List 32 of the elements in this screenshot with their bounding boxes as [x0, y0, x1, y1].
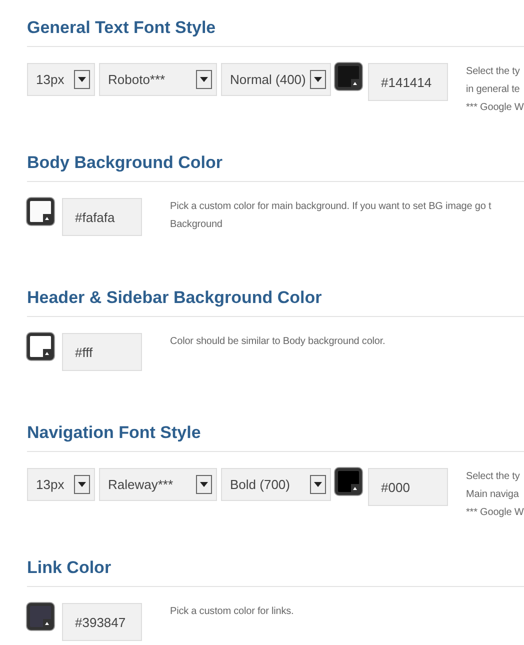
section-heading: General Text Font Style [27, 17, 217, 39]
color-input[interactable]: #000 [368, 468, 448, 506]
section-heading: Navigation Font Style [27, 422, 202, 444]
caret-icon [74, 475, 90, 494]
caret-icon [310, 475, 326, 494]
font-size-select[interactable]: 13px [27, 468, 95, 501]
color-swatch[interactable] [27, 333, 54, 360]
help-text: Select the ty Main naviga *** Google W [466, 470, 524, 520]
font-family-select[interactable]: Roboto*** [99, 63, 217, 96]
section-heading: Body Background Color [27, 152, 224, 174]
color-swatch[interactable] [335, 63, 362, 90]
color-swatch[interactable] [27, 198, 54, 225]
help-text: Pick a custom color for links. [170, 605, 294, 619]
help-text: Select the ty in general te *** Google W [466, 65, 524, 115]
caret-icon [196, 70, 212, 89]
font-weight-select[interactable]: Bold (700) [221, 468, 331, 501]
caret-icon [196, 475, 212, 494]
color-input[interactable]: #fafafa [62, 198, 142, 236]
font-weight-select[interactable]: Normal (400) [221, 63, 331, 96]
font-size-select[interactable]: 13px [27, 63, 95, 96]
section-heading: Header & Sidebar Background Color [27, 287, 323, 309]
help-text: Color should be similar to Body background color. [170, 335, 386, 349]
color-input[interactable]: #141414 [368, 63, 448, 101]
font-family-select[interactable]: Raleway*** [99, 468, 217, 501]
section-heading: Link Color [27, 557, 112, 579]
help-text: Pick a custom color for main background. If you want to set BG image go t Background [170, 200, 492, 232]
color-input[interactable]: #393847 [62, 603, 142, 641]
color-swatch[interactable] [27, 603, 54, 630]
color-input[interactable]: #fff [62, 333, 142, 371]
color-swatch[interactable] [335, 468, 362, 495]
caret-icon [74, 70, 90, 89]
caret-icon [310, 70, 326, 89]
